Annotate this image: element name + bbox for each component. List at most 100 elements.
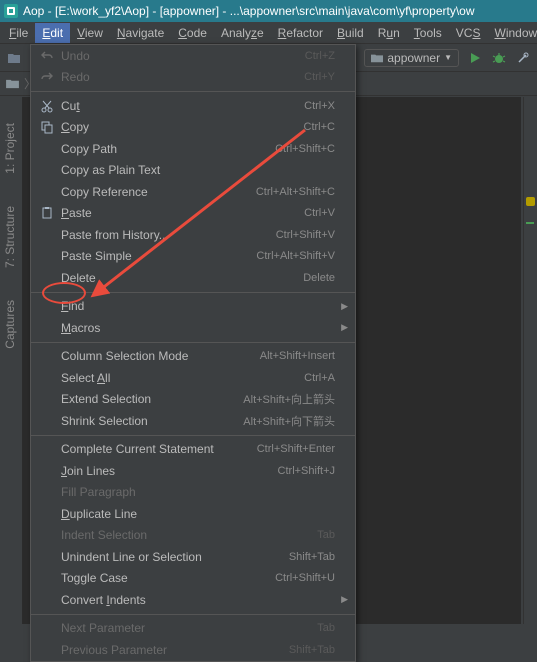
menu-window[interactable]: Window [487, 23, 537, 43]
menu-item-label: Copy [61, 120, 304, 134]
menu-item-label: Redo [61, 70, 304, 84]
side-tab-captures[interactable]: Captures [1, 294, 19, 355]
menu-item-shortcut: Shift+Tab [289, 644, 335, 656]
menu-code[interactable]: Code [171, 23, 214, 43]
menu-item-label: Copy Path [61, 142, 275, 156]
menu-item-delete[interactable]: DeleteDelete [31, 267, 355, 289]
menu-item-join-lines[interactable]: Join LinesCtrl+Shift+J [31, 460, 355, 482]
undo-icon [39, 49, 55, 63]
run-icon[interactable] [467, 50, 483, 66]
menu-item-shrink-selection[interactable]: Shrink SelectionAlt+Shift+向下箭头 [31, 410, 355, 432]
menu-item-find[interactable]: Find ▶ [31, 296, 355, 318]
menu-item-complete-current-statement[interactable]: Complete Current StatementCtrl+Shift+Ent… [31, 439, 355, 461]
menu-item-shortcut: Ctrl+Y [304, 71, 335, 83]
menu-item-extend-selection[interactable]: Extend SelectionAlt+Shift+向上箭头 [31, 389, 355, 411]
menu-item-label: Convert Indents [61, 593, 335, 607]
menu-item-shortcut: Ctrl+Shift+V [276, 229, 335, 241]
menu-analyze[interactable]: Analyze [214, 23, 271, 43]
menu-item-shortcut: Ctrl+Alt+Shift+V [256, 250, 335, 262]
menu-item-redo: RedoCtrl+Y [31, 67, 355, 89]
menu-item-label: Join Lines [61, 464, 278, 478]
copy-icon [39, 120, 55, 134]
menu-item-copy-path[interactable]: Copy PathCtrl+Shift+C [31, 138, 355, 160]
menu-item-paste[interactable]: PasteCtrl+V [31, 203, 355, 225]
menu-item-toggle-case[interactable]: Toggle CaseCtrl+Shift+U [31, 568, 355, 590]
menu-item-label: Column Selection Mode [61, 349, 260, 363]
crumb-item[interactable] [6, 78, 19, 89]
menu-item-copy-as-plain-text[interactable]: Copy as Plain Text [31, 160, 355, 182]
warning-marker[interactable] [526, 197, 535, 206]
menu-item-copy[interactable]: CopyCtrl+C [31, 117, 355, 139]
menu-item-shortcut: Ctrl+X [304, 100, 335, 112]
side-tab-structure[interactable]: 7: Structure [1, 200, 19, 274]
menu-build[interactable]: Build [330, 23, 371, 43]
menu-item-label: Paste [61, 206, 304, 220]
redo-icon [39, 70, 55, 84]
run-config-label: appowner [387, 51, 440, 65]
menu-item-shortcut: Tab [317, 622, 335, 634]
menu-run[interactable]: Run [371, 23, 407, 43]
dropdown-arrow-icon: ▼ [444, 53, 452, 62]
menu-item-label: Previous Parameter [61, 643, 289, 657]
menu-item-duplicate-line[interactable]: Duplicate Line [31, 503, 355, 525]
menu-item-shortcut: Alt+Shift+向上箭头 [243, 391, 335, 407]
open-icon[interactable] [6, 50, 22, 66]
menu-item-shortcut: Ctrl+A [304, 372, 335, 384]
menu-item-select-all[interactable]: Select AllCtrl+A [31, 367, 355, 389]
menu-navigate[interactable]: Navigate [110, 23, 171, 43]
menu-view[interactable]: View [70, 23, 110, 43]
right-gutter [523, 97, 537, 624]
menu-bar: File Edit View Navigate Code Analyze Ref… [0, 22, 537, 44]
paste-icon [39, 206, 55, 220]
menu-item-label: Duplicate Line [61, 507, 335, 521]
cut-icon [39, 99, 55, 113]
menu-item-convert-indents[interactable]: Convert Indents ▶ [31, 589, 355, 611]
menu-separator [31, 342, 355, 343]
menu-item-column-selection-mode[interactable]: Column Selection ModeAlt+Shift+Insert [31, 346, 355, 368]
folder-icon [371, 52, 383, 64]
menu-item-label: Find [61, 299, 335, 313]
menu-item-shortcut: Ctrl+V [304, 207, 335, 219]
gutter-mark[interactable] [526, 222, 534, 224]
menu-item-copy-reference[interactable]: Copy ReferenceCtrl+Alt+Shift+C [31, 181, 355, 203]
submenu-arrow-icon: ▶ [341, 301, 348, 312]
menu-item-label: Macros [61, 321, 335, 335]
menu-item-label: Shrink Selection [61, 414, 243, 428]
run-config-selector[interactable]: appowner ▼ [364, 49, 459, 67]
menu-item-shortcut: Ctrl+Shift+C [275, 143, 335, 155]
submenu-arrow-icon: ▶ [341, 594, 348, 605]
menu-item-shortcut: Delete [303, 272, 335, 284]
menu-item-label: Indent Selection [61, 528, 317, 542]
menu-tools[interactable]: Tools [407, 23, 449, 43]
menu-item-label: Next Parameter [61, 621, 317, 635]
menu-item-undo: UndoCtrl+Z [31, 45, 355, 67]
menu-item-macros[interactable]: Macros ▶ [31, 317, 355, 339]
menu-item-previous-parameter: Previous ParameterShift+Tab [31, 639, 355, 661]
menu-item-label: Cut [61, 99, 304, 113]
menu-item-fill-paragraph: Fill Paragraph [31, 482, 355, 504]
menu-item-shortcut: Ctrl+C [304, 121, 335, 133]
menu-item-label: Paste Simple [61, 249, 256, 263]
menu-item-label: Unindent Line or Selection [61, 550, 289, 564]
menu-vcs[interactable]: VCS [449, 23, 488, 43]
menu-item-paste-from-history-[interactable]: Paste from History...Ctrl+Shift+V [31, 224, 355, 246]
menu-item-shortcut: Ctrl+Shift+Enter [257, 443, 335, 455]
menu-separator [31, 91, 355, 92]
attach-icon[interactable] [515, 50, 531, 66]
menu-file[interactable]: File [2, 23, 35, 43]
menu-item-label: Delete [61, 271, 303, 285]
menu-item-cut[interactable]: CutCtrl+X [31, 95, 355, 117]
menu-refactor[interactable]: Refactor [271, 23, 330, 43]
menu-item-label: Copy Reference [61, 185, 256, 199]
debug-icon[interactable] [491, 50, 507, 66]
menu-separator [31, 435, 355, 436]
menu-item-shortcut: Alt+Shift+Insert [260, 350, 335, 362]
folder-icon [6, 78, 19, 89]
side-tab-project[interactable]: 1: Project [1, 117, 19, 180]
submenu-arrow-icon: ▶ [341, 322, 348, 333]
menu-item-paste-simple[interactable]: Paste SimpleCtrl+Alt+Shift+V [31, 246, 355, 268]
menu-item-label: Paste from History... [61, 228, 276, 242]
menu-item-unindent-line-or-selection[interactable]: Unindent Line or SelectionShift+Tab [31, 546, 355, 568]
menu-item-shortcut: Ctrl+Alt+Shift+C [256, 186, 335, 198]
menu-edit[interactable]: Edit [35, 23, 70, 43]
